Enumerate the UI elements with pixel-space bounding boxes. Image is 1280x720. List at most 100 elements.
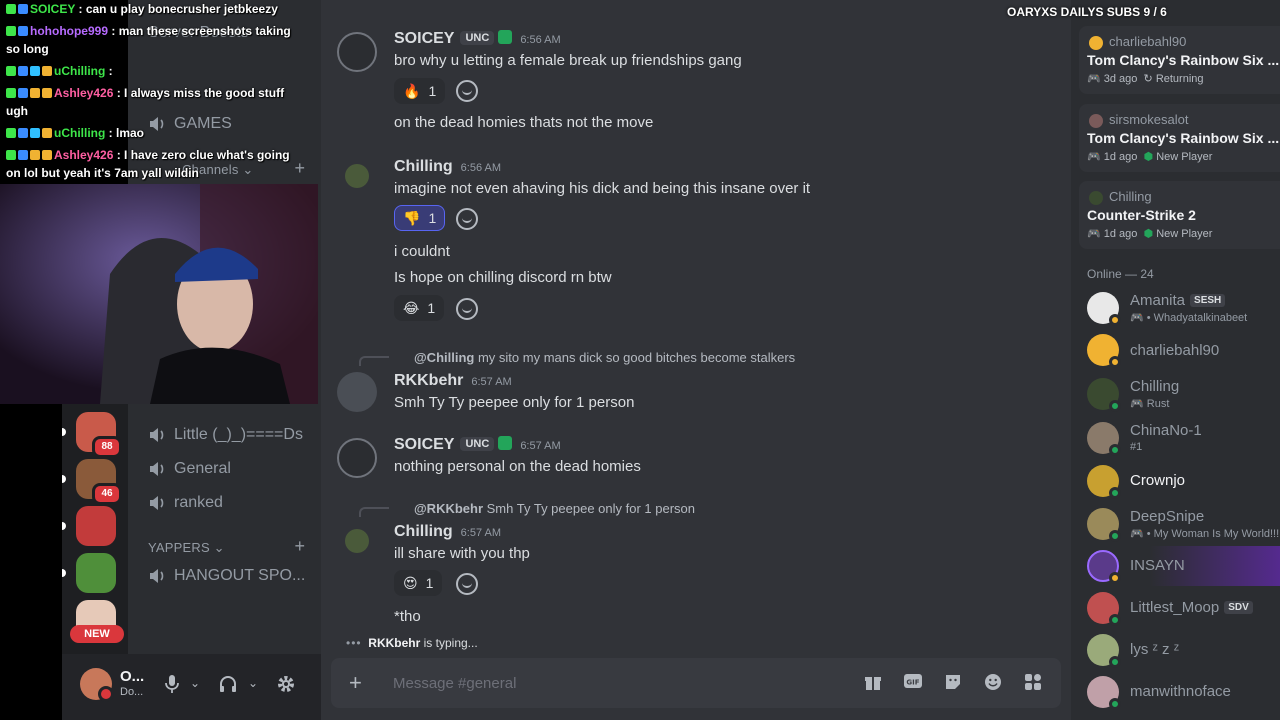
- reaction-fire[interactable]: 🔥 1: [394, 78, 446, 104]
- category-yappers[interactable]: YAPPERS ⌄: [148, 540, 225, 556]
- author-name[interactable]: SOICEY: [394, 30, 454, 47]
- member-item[interactable]: Crownjo: [1087, 461, 1280, 501]
- unread-pip: [62, 569, 66, 577]
- member-name: manwithnoface: [1130, 683, 1231, 700]
- reply-user[interactable]: @RKKbehr: [414, 501, 483, 516]
- member-item[interactable]: charliebahl90: [1087, 330, 1280, 370]
- avatar[interactable]: [345, 164, 369, 188]
- author-name[interactable]: RKKbehr: [394, 372, 463, 389]
- author-name[interactable]: Chilling: [394, 158, 453, 175]
- headphones-icon[interactable]: [218, 674, 238, 699]
- member-item[interactable]: ChinaNo-1 #1: [1087, 418, 1280, 458]
- author-name[interactable]: Chilling: [394, 523, 453, 540]
- reaction-heart-eyes[interactable]: 😍 1: [394, 570, 443, 596]
- member-item[interactable]: lys ᶻ z ᶻ: [1087, 630, 1280, 670]
- activity-card[interactable]: charliebahl90 Tom Clancy's Rainbow Six .…: [1079, 26, 1280, 94]
- sticker-icon[interactable]: [943, 673, 963, 693]
- avatar[interactable]: [80, 668, 114, 702]
- emoji-icon[interactable]: [983, 673, 1003, 693]
- avatar[interactable]: [337, 438, 377, 478]
- user-panel: O... Do... ⌄ ⌄: [62, 654, 321, 720]
- message-author[interactable]: Chilling 6:57 AM: [394, 523, 501, 541]
- message-author[interactable]: Chilling 6:56 AM: [394, 158, 501, 176]
- message-text: on the dead homies thats not the move: [394, 114, 654, 131]
- avatar: [1089, 191, 1103, 205]
- reaction-thumbs-down[interactable]: 👎 1: [394, 205, 446, 231]
- message-text: imagine not even ahaving his dick and be…: [394, 180, 811, 197]
- member-item[interactable]: Chilling 🎮 Rust: [1087, 374, 1280, 414]
- new-unreads-pill[interactable]: NEW: [70, 625, 124, 643]
- timestamp: 6:57 AM: [460, 527, 502, 539]
- member-name: charliebahl90: [1130, 342, 1220, 359]
- member-item[interactable]: Littlest_Moop SDV: [1087, 588, 1280, 628]
- activity-card[interactable]: sirsmokesalot Tom Clancy's Rainbow Six .…: [1079, 104, 1280, 172]
- add-reaction-icon[interactable]: [456, 208, 478, 230]
- guild-tag: SESH: [1190, 294, 1226, 307]
- status-dot: [1109, 444, 1121, 456]
- member-item[interactable]: DeepSnipe 🎮 • My Woman Is My World!!!: [1087, 504, 1280, 544]
- reaction-joy[interactable]: 😂 1: [394, 295, 445, 321]
- member-item[interactable]: manwithnoface: [1087, 672, 1280, 712]
- gif-icon[interactable]: GIF: [903, 673, 923, 693]
- chat-user: hohohope999: [30, 24, 109, 38]
- chat-user: SOICEY: [30, 2, 76, 16]
- server-icon[interactable]: [62, 553, 116, 593]
- channel-ranked[interactable]: ranked: [148, 494, 223, 512]
- server-icon[interactable]: 88: [62, 412, 122, 458]
- author-name[interactable]: SOICEY: [394, 436, 454, 453]
- message-text: i couldnt: [394, 243, 450, 260]
- speaker-icon: [148, 568, 166, 584]
- timestamp: 6:57 AM: [520, 440, 561, 452]
- unread-pip: [62, 522, 66, 530]
- microphone-icon[interactable]: [164, 674, 180, 699]
- chat-area: SOICEY UNC 6:56 AM bro why u letting a fem…: [321, 0, 1071, 720]
- server-icon[interactable]: 46: [62, 459, 122, 505]
- reply-user[interactable]: @Chilling: [414, 350, 474, 365]
- reply-preview[interactable]: @Chilling my sito my mans dick so good b…: [414, 350, 795, 365]
- badge-icon: [18, 88, 28, 98]
- status-dot: [1109, 572, 1121, 584]
- channel-label: General: [174, 460, 231, 477]
- avatar[interactable]: [345, 529, 369, 553]
- reaction-emoji: 🔥: [403, 82, 421, 99]
- activity-game: Tom Clancy's Rainbow Six ...: [1087, 52, 1280, 68]
- member-name: ChinaNo-1: [1130, 422, 1202, 439]
- apps-icon[interactable]: [1023, 673, 1043, 693]
- message-author[interactable]: SOICEY UNC 6:57 AM: [394, 436, 561, 454]
- add-reaction-icon[interactable]: [456, 573, 478, 595]
- member-item[interactable]: Amanita SESH 🎮 • Whadyatalkinabeet: [1087, 288, 1280, 328]
- gear-icon[interactable]: [276, 674, 296, 699]
- status-dot: [1109, 356, 1121, 368]
- channel-general[interactable]: General: [148, 460, 231, 478]
- avatar[interactable]: [337, 372, 377, 412]
- gift-icon[interactable]: [863, 673, 883, 693]
- attach-plus-icon[interactable]: +: [349, 670, 362, 696]
- badge-icon: [6, 150, 16, 160]
- chevron-down-icon[interactable]: ⌄: [190, 676, 200, 690]
- stream-chat-message: so long: [6, 42, 49, 56]
- message-composer: + GIF: [331, 658, 1061, 708]
- activity-meta: 🎮 1d ago ⬢ New Player: [1087, 228, 1213, 240]
- add-reaction-icon[interactable]: [456, 80, 478, 102]
- member-activity: 🎮 Rust: [1130, 398, 1170, 410]
- status-dot: [1109, 530, 1121, 542]
- badge-icon: [18, 150, 28, 160]
- add-reaction-icon[interactable]: [456, 298, 478, 320]
- chevron-down-icon[interactable]: ⌄: [248, 676, 258, 690]
- avatar[interactable]: [337, 32, 377, 72]
- message-author[interactable]: SOICEY UNC 6:56 AM: [394, 30, 561, 48]
- activity-card[interactable]: Chilling Counter-Strike 2 🎮 1d ago ⬢ New…: [1079, 181, 1280, 249]
- status-dot: [1109, 400, 1121, 412]
- add-channel-icon[interactable]: +: [294, 536, 305, 557]
- message-input[interactable]: [393, 671, 833, 695]
- stream-chat-message: uChilling :: [6, 64, 113, 78]
- stream-chat-message: on lol but yeah it's 7am yall wildin: [6, 166, 199, 180]
- channel-hangout[interactable]: HANGOUT SPO...: [148, 567, 305, 585]
- guild-tag: SDV: [1224, 601, 1253, 614]
- message-author[interactable]: RKKbehr 6:57 AM: [394, 372, 512, 390]
- member-item[interactable]: INSAYN: [1087, 546, 1280, 586]
- reply-preview[interactable]: @RKKbehr Smh Ty Ty peepee only for 1 per…: [414, 501, 695, 516]
- chat-text-cont: ugh: [6, 104, 28, 118]
- server-icon[interactable]: [62, 506, 116, 546]
- channel-little[interactable]: Little (_)_)====Ds: [148, 426, 303, 444]
